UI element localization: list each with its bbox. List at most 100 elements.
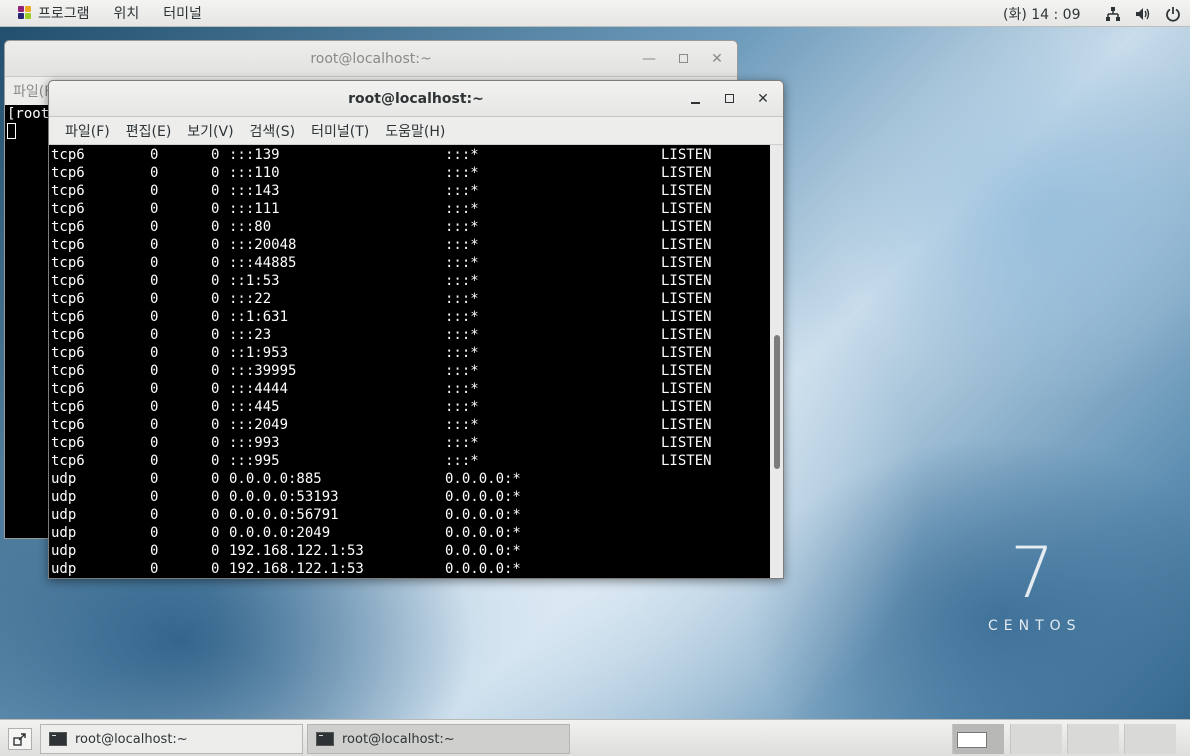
terminal-cell-proto: tcp6 <box>51 327 85 343</box>
terminal-cell-proto: udp <box>51 543 77 559</box>
clock[interactable]: (화) 14 : 09 <box>1003 0 1081 27</box>
window-titlebar[interactable]: root@localhost:~ ✕ <box>49 81 783 117</box>
network-icon[interactable] <box>1104 5 1122 23</box>
applications-menu[interactable]: 프로그램 <box>6 0 102 26</box>
terminal-cell-state: LISTEN <box>661 435 712 451</box>
terminal-cell-proto: tcp6 <box>51 345 85 361</box>
terminal-cell-recv: 0 <box>150 309 159 325</box>
centos-logo-number: 7 <box>1010 532 1055 614</box>
show-desktop-button[interactable] <box>8 728 32 750</box>
terminal-cell-recv: 0 <box>150 381 159 397</box>
minimize-icon[interactable]: — <box>642 51 656 67</box>
terminal-cell-proto: tcp6 <box>51 309 85 325</box>
terminal-cell-state: LISTEN <box>661 291 712 307</box>
terminal-cell-state: LISTEN <box>661 183 712 199</box>
terminal-cell-proto: udp <box>51 561 77 577</box>
menu-file[interactable]: 파일(F) <box>57 121 118 141</box>
terminal-cell-recv: 0 <box>150 201 159 217</box>
terminal-icon <box>49 732 67 746</box>
places-menu[interactable]: 위치 <box>102 0 152 26</box>
scrollbar-thumb[interactable] <box>774 335 780 469</box>
power-icon[interactable] <box>1164 5 1182 23</box>
terminal-cell-send: 0 <box>211 453 220 469</box>
close-icon[interactable]: ✕ <box>711 51 723 67</box>
close-icon[interactable]: ✕ <box>757 91 769 107</box>
terminal-cell-proto: tcp6 <box>51 399 85 415</box>
workspace-2[interactable] <box>1010 724 1062 754</box>
terminal-cell-foreign: :::* <box>445 147 479 163</box>
terminal-cell-recv: 0 <box>150 399 159 415</box>
terminal-cell-send: 0 <box>211 435 220 451</box>
terminal-cell-proto: tcp6 <box>51 237 85 253</box>
terminal-cell-foreign: :::* <box>445 237 479 253</box>
terminal-cell-foreign: 0.0.0.0:* <box>445 561 521 577</box>
terminal-cell-recv: 0 <box>150 507 159 523</box>
top-panel: 프로그램 위치 터미널 (화) 14 : 09 <box>0 0 1190 27</box>
terminal-cell-send: 0 <box>211 219 220 235</box>
window-title: root@localhost:~ <box>348 90 484 107</box>
workspace-3[interactable] <box>1067 724 1119 754</box>
terminal-app-menu[interactable]: 터미널 <box>151 0 214 26</box>
terminal-cell-local: 0.0.0.0:885 <box>229 471 322 487</box>
menu-help[interactable]: 도움말(H) <box>377 121 453 141</box>
workspace-4[interactable] <box>1124 724 1176 754</box>
terminal-cell-proto: tcp6 <box>51 183 85 199</box>
maximize-icon[interactable] <box>677 53 689 65</box>
workspace-1[interactable] <box>952 724 1004 754</box>
terminal-cell-state: LISTEN <box>661 399 712 415</box>
terminal-cell-foreign: :::* <box>445 273 479 289</box>
taskbar-item[interactable]: root@localhost:~ <box>40 724 303 754</box>
terminal-cell-recv: 0 <box>150 147 159 163</box>
terminal-cell-foreign: :::* <box>445 453 479 469</box>
terminal-cell-send: 0 <box>211 363 220 379</box>
terminal-area[interactable]: tcp6 0 0:::139:::* LISTEN tcp6 0 0:::110:::* LI… <box>49 145 783 578</box>
terminal-cell-send: 0 <box>211 561 220 577</box>
volume-icon[interactable] <box>1134 5 1152 23</box>
taskbar-item-active[interactable]: root@localhost:~ <box>307 724 570 754</box>
terminal-cell-send: 0 <box>211 381 220 397</box>
terminal-cell-state: LISTEN <box>661 219 712 235</box>
terminal-cell-local: 0.0.0.0:53193 <box>229 489 339 505</box>
terminal-cell-state: LISTEN <box>661 417 712 433</box>
terminal-cell-recv: 0 <box>150 363 159 379</box>
terminal-cell-proto: tcp6 <box>51 219 85 235</box>
terminal-cell-local: :::23 <box>229 327 272 343</box>
window-titlebar[interactable]: root@localhost:~ — ✕ <box>5 41 737 77</box>
terminal-cell-recv: 0 <box>150 453 159 469</box>
window-controls: ✕ <box>689 81 769 116</box>
bottom-panel: root@localhost:~ root@localhost:~ <box>0 719 1190 756</box>
minimize-icon[interactable] <box>689 93 701 105</box>
terminal-cell-proto: udp <box>51 489 77 505</box>
terminal-cell-recv: 0 <box>150 561 159 577</box>
terminal-cell-send: 0 <box>211 237 220 253</box>
terminal-cell-foreign: :::* <box>445 219 479 235</box>
terminal-cell-state: LISTEN <box>661 345 712 361</box>
terminal-cell-local: :::44885 <box>229 255 297 271</box>
terminal-cell-foreign: :::* <box>445 183 479 199</box>
menu-view[interactable]: 보기(V) <box>179 121 241 141</box>
terminal-cell-local: ::1:53 <box>229 273 280 289</box>
menu-terminal[interactable]: 터미널(T) <box>303 121 377 141</box>
terminal-cell-recv: 0 <box>150 219 159 235</box>
menu-edit[interactable]: 편집(E) <box>118 121 180 141</box>
terminal-cell-proto: tcp6 <box>51 255 85 271</box>
terminal-cell-state: LISTEN <box>661 147 712 163</box>
terminal-cell-foreign: :::* <box>445 435 479 451</box>
terminal-window-front[interactable]: root@localhost:~ ✕ 파일(F) 편집(E) 보기(V) 검색(… <box>48 80 784 579</box>
terminal-cell-foreign: :::* <box>445 291 479 307</box>
menu-search[interactable]: 검색(S) <box>242 121 304 141</box>
terminal-cell-local: :::993 <box>229 435 280 451</box>
terminal-cell-local: :::22 <box>229 291 272 307</box>
places-label: 위치 <box>113 6 140 22</box>
terminal-cell-send: 0 <box>211 165 220 181</box>
terminal-cell-foreign: :::* <box>445 399 479 415</box>
terminal-cell-foreign: :::* <box>445 255 479 271</box>
terminal-cell-proto: tcp6 <box>51 381 85 397</box>
scrollbar[interactable] <box>770 145 783 578</box>
menu-file-partial[interactable]: 파일(F <box>13 81 52 101</box>
maximize-icon[interactable] <box>723 93 735 105</box>
terminal-cell-foreign: :::* <box>445 309 479 325</box>
system-tray <box>1104 0 1182 27</box>
terminal-cell-local: :::445 <box>229 399 280 415</box>
terminal-cell-foreign: 0.0.0.0:* <box>445 525 521 541</box>
